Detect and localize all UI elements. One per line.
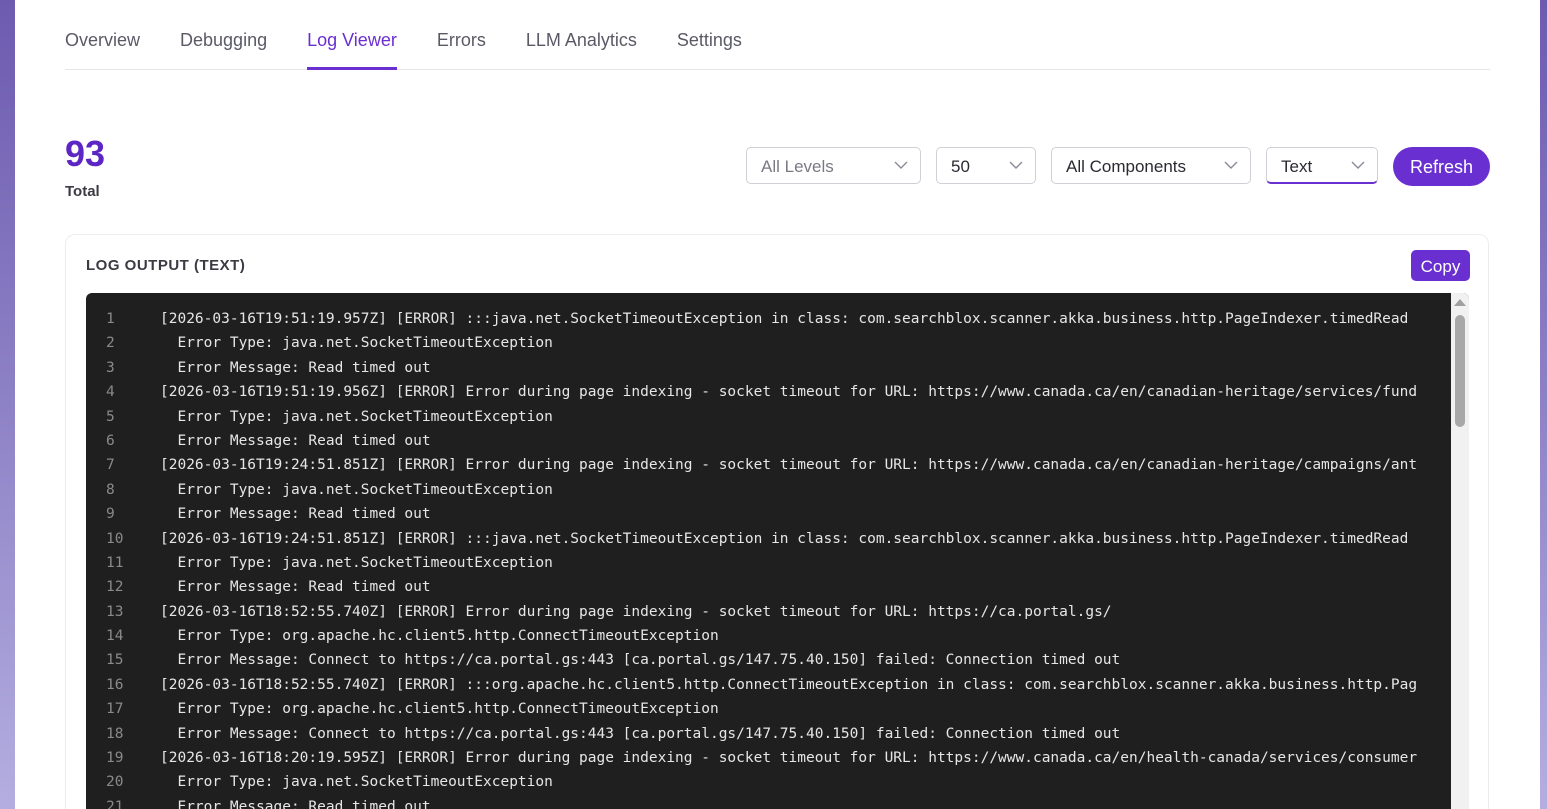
log-line-number: 1 (106, 311, 115, 327)
chevron-down-icon (1224, 161, 1238, 169)
log-line-number: 17 (106, 701, 124, 718)
log-line-number: 19 (106, 750, 124, 767)
level-select-value: All Levels (761, 157, 834, 176)
log-output-card: LOG OUTPUT (TEXT) Copy 1 [2026-03-16T19:5… (65, 234, 1489, 809)
log-output-area[interactable]: 1 [2026-03-16T19:51:19.957Z] [ERROR] :::j… (86, 293, 1469, 809)
log-line: 19 [2026-03-16T18:20:19.595Z] [ERROR] Err… (86, 746, 1450, 770)
scroll-thumb[interactable] (1455, 315, 1465, 427)
log-line: 12 Error Message: Read timed out (86, 575, 1450, 599)
log-line: 10 [2026-03-16T19:24:51.851Z] [ERROR] :::… (86, 527, 1450, 551)
log-line: 6 Error Message: Read timed out (86, 429, 1450, 453)
log-line-text: [2026-03-16T19:24:51.851Z] [ERROR] :::ja… (160, 530, 1409, 547)
tab-errors[interactable]: Errors (437, 0, 486, 69)
log-line: 21 Error Message: Read timed out (86, 795, 1450, 809)
log-line: 9 Error Message: Read timed out (86, 502, 1450, 526)
log-line-text: [2026-03-16T18:20:19.595Z] [ERROR] Error… (160, 750, 1418, 767)
log-line-number: 13 (106, 603, 124, 620)
log-line-text: Error Message: Read timed out (160, 798, 431, 809)
tab-debugging[interactable]: Debugging (180, 0, 267, 69)
log-line: 13 [2026-03-16T18:52:55.740Z] [ERROR] Err… (86, 600, 1450, 624)
log-line-text: Error Message: Read timed out (160, 359, 431, 376)
log-line-number: 21 (106, 798, 124, 809)
log-line-number: 14 (106, 628, 124, 645)
log-line: 8 Error Type: java.net.SocketTimeoutExce… (86, 478, 1450, 502)
log-line-text: [2026-03-16T19:51:19.956Z] [ERROR] Error… (160, 384, 1418, 401)
log-line-text: Error Message: Read timed out (160, 579, 431, 596)
component-select-value: All Components (1066, 157, 1187, 176)
log-line: 20 Error Type: java.net.SocketTimeoutExc… (86, 770, 1450, 794)
limit-select-value: 50 (951, 157, 970, 176)
log-line-text: Error Message: Read timed out (160, 432, 431, 449)
chevron-down-icon (1351, 161, 1365, 169)
log-line-number: 15 (106, 652, 124, 669)
log-line-text: Error Type: java.net.SocketTimeoutExcept… (160, 408, 553, 425)
log-line-number: 18 (106, 725, 124, 742)
log-line: 3 Error Message: Read timed out (86, 356, 1450, 380)
log-line: 7 [2026-03-16T19:24:51.851Z] [ERROR] Erro… (86, 453, 1450, 477)
refresh-button[interactable]: Refresh (1393, 147, 1490, 186)
log-line: 16 [2026-03-16T18:52:55.740Z] [ERROR] :::… (86, 673, 1450, 697)
chevron-down-icon (894, 161, 908, 169)
log-line-number: 20 (106, 774, 124, 791)
tab-bar: Overview Debugging Log Viewer Errors LLM… (65, 0, 1490, 70)
log-line-text: Error Type: java.net.SocketTimeoutExcept… (160, 554, 553, 571)
log-line: 2 Error Type: java.net.SocketTimeoutExce… (86, 331, 1450, 355)
format-select[interactable]: Text (1266, 147, 1378, 184)
log-line: 15 Error Message: Connect to https://ca.… (86, 648, 1450, 672)
log-line-number: 2 (106, 335, 115, 352)
limit-select[interactable]: 50 (936, 147, 1036, 184)
main-panel: Overview Debugging Log Viewer Errors LLM… (15, 0, 1540, 809)
log-line-text: Error Type: org.apache.hc.client5.http.C… (160, 701, 719, 718)
log-line-number: 11 (106, 554, 124, 571)
log-line: 11 Error Type: java.net.SocketTimeoutExc… (86, 551, 1450, 575)
log-line-number: 5 (106, 408, 115, 425)
log-line-number: 4 (106, 384, 115, 401)
log-line: 17 Error Type: org.apache.hc.client5.htt… (86, 697, 1450, 721)
chevron-down-icon (1009, 161, 1023, 169)
log-line-text: Error Message: Read timed out (160, 506, 431, 523)
log-line-text: Error Type: java.net.SocketTimeoutExcept… (160, 774, 553, 791)
level-select[interactable]: All Levels (746, 147, 921, 184)
log-line: 1 [2026-03-16T19:51:19.957Z] [ERROR] :::j… (86, 307, 1450, 331)
log-line-number: 8 (106, 481, 115, 498)
log-line-text: [2026-03-16T18:52:55.740Z] [ERROR] Error… (160, 603, 1112, 620)
log-line-text: Error Type: org.apache.hc.client5.http.C… (160, 628, 719, 645)
log-line-text: Error Type: java.net.SocketTimeoutExcept… (160, 481, 553, 498)
tab-settings[interactable]: Settings (677, 0, 742, 69)
log-line-text: Error Message: Connect to https://ca.por… (160, 652, 1121, 669)
log-line-text: Error Type: java.net.SocketTimeoutExcept… (160, 335, 553, 352)
log-lines: 1 [2026-03-16T19:51:19.957Z] [ERROR] :::j… (86, 307, 1450, 809)
component-select[interactable]: All Components (1051, 147, 1251, 184)
tab-overview[interactable]: Overview (65, 0, 140, 69)
log-line-number: 12 (106, 579, 124, 596)
log-line-text: Error Message: Connect to https://ca.por… (160, 725, 1121, 742)
format-select-value: Text (1281, 157, 1313, 176)
log-line-number: 6 (106, 432, 115, 449)
log-line: 14 Error Type: org.apache.hc.client5.htt… (86, 624, 1450, 648)
log-line-number: 3 (106, 359, 115, 376)
log-output-title: LOG OUTPUT (TEXT) (86, 257, 246, 274)
log-line-number: 16 (106, 676, 124, 693)
log-line-text: [2026-03-16T19:24:51.851Z] [ERROR] Error… (160, 457, 1418, 474)
log-line: 4 [2026-03-16T19:51:19.956Z] [ERROR] Erro… (86, 380, 1450, 404)
tab-log-viewer[interactable]: Log Viewer (307, 0, 397, 70)
log-line: 5 Error Type: java.net.SocketTimeoutExce… (86, 405, 1450, 429)
total-count: 93 (65, 133, 106, 174)
tab-llm-analytics[interactable]: LLM Analytics (526, 0, 637, 69)
log-line-number: 9 (106, 506, 115, 523)
log-line: 18 Error Message: Connect to https://ca.… (86, 722, 1450, 746)
log-line-number: 7 (106, 457, 115, 474)
log-scrollbar[interactable] (1451, 293, 1469, 809)
copy-button[interactable]: Copy (1411, 250, 1470, 281)
log-line-number: 10 (106, 530, 124, 547)
log-line-text: [2026-03-16T19:51:19.957Z] [ERROR] :::ja… (160, 311, 1409, 327)
scroll-up-arrow-icon[interactable] (1454, 299, 1466, 306)
log-line-text: [2026-03-16T18:52:55.740Z] [ERROR] :::or… (160, 676, 1418, 693)
total-label: Total (65, 183, 100, 200)
